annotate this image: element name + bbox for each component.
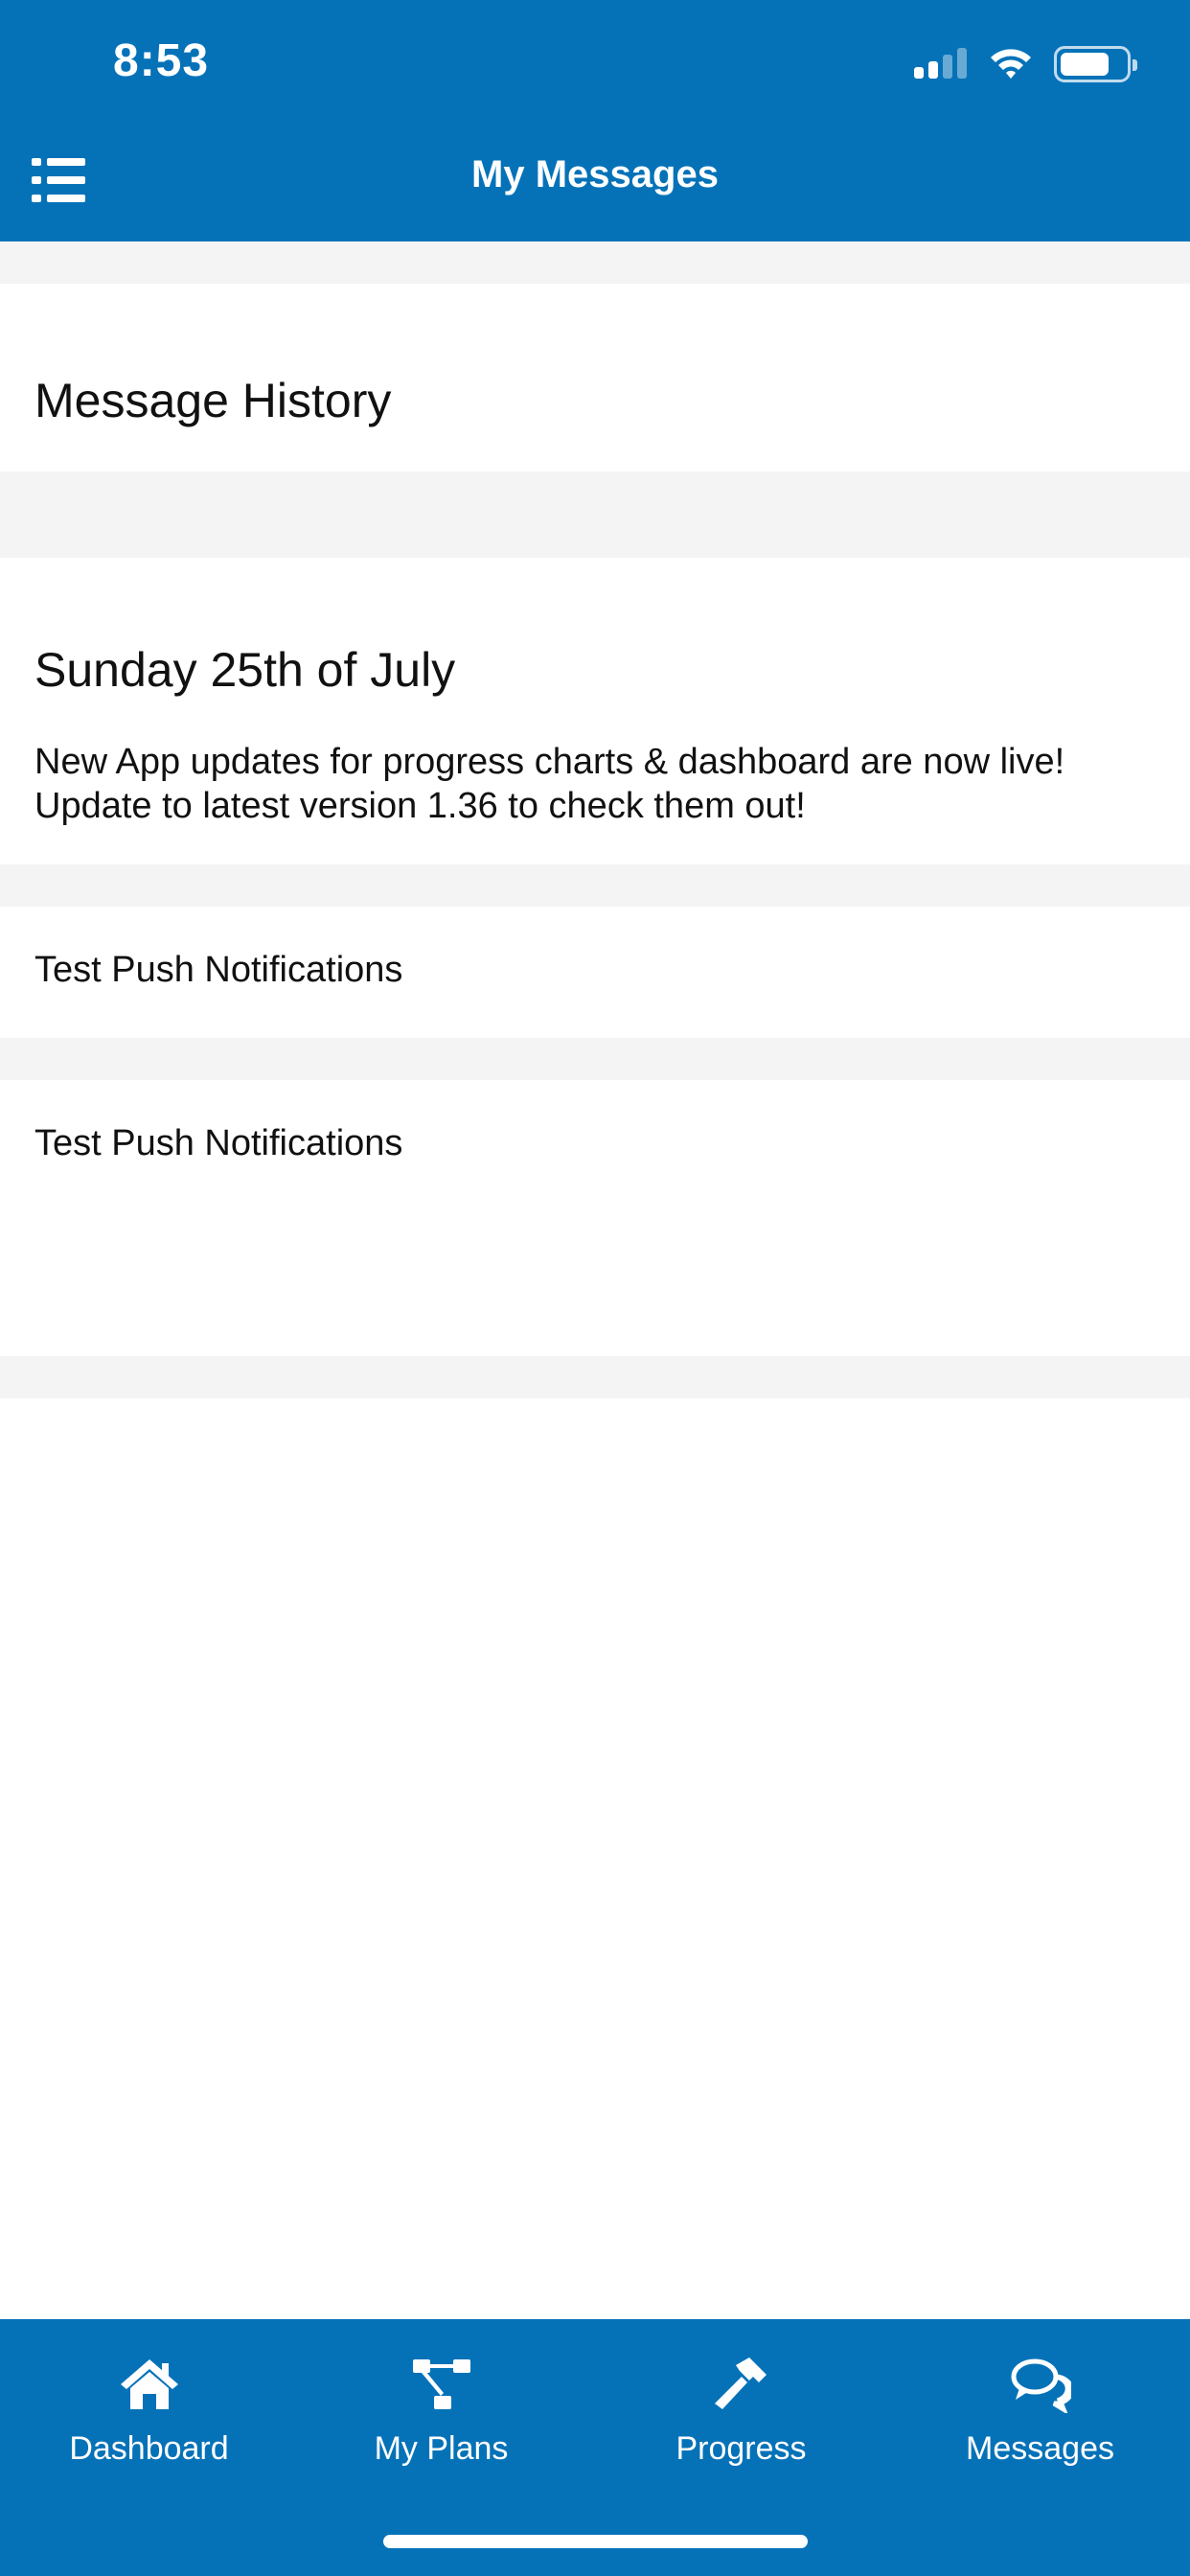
message-body: Test Push Notifications xyxy=(34,950,403,990)
flowchart-icon xyxy=(412,2359,470,2409)
message-history-header: Message History xyxy=(0,284,1190,472)
battery-level-fill xyxy=(1061,53,1109,76)
messages-content: Message History Sunday 25th of July New … xyxy=(0,242,1190,1398)
tab-label: Progress xyxy=(675,2430,807,2467)
tab-label: Messages xyxy=(966,2430,1114,2467)
wifi-icon xyxy=(991,49,1031,79)
home-indicator xyxy=(383,2535,808,2548)
spacer xyxy=(0,472,1190,558)
section-title: Message History xyxy=(34,374,392,427)
tab-label: My Plans xyxy=(374,2430,509,2467)
message-item[interactable]: Sunday 25th of July New App updates for … xyxy=(0,558,1190,864)
tab-messages[interactable]: Messages xyxy=(891,2319,1189,2492)
page-title: My Messages xyxy=(471,153,719,196)
tab-my-plans[interactable]: My Plans xyxy=(292,2319,590,2492)
app-screen: 8:53 My Messages Message History Sunday … xyxy=(0,0,1190,2576)
cellular-signal-icon xyxy=(914,46,968,82)
tab-progress[interactable]: Progress xyxy=(592,2319,890,2492)
message-item[interactable]: Test Push Notifications xyxy=(0,1080,1190,1356)
status-icons xyxy=(914,40,1137,88)
battery-icon xyxy=(1054,46,1137,82)
spacer xyxy=(0,242,1190,284)
tab-label: Dashboard xyxy=(69,2430,229,2467)
message-body: New App updates for progress charts & da… xyxy=(34,742,1065,826)
hammer-icon xyxy=(714,2358,767,2409)
spacer xyxy=(0,1356,1190,1398)
message-item[interactable]: Test Push Notifications xyxy=(0,907,1190,1038)
app-header: 8:53 My Messages xyxy=(0,0,1190,242)
home-icon xyxy=(120,2359,178,2409)
status-time: 8:53 xyxy=(113,35,210,86)
chat-bubbles-icon xyxy=(1011,2358,1071,2413)
message-date: Sunday 25th of July xyxy=(34,643,456,697)
spacer xyxy=(0,864,1190,907)
message-body: Test Push Notifications xyxy=(34,1123,403,1163)
spacer xyxy=(0,1038,1190,1080)
tab-dashboard[interactable]: Dashboard xyxy=(0,2319,298,2492)
